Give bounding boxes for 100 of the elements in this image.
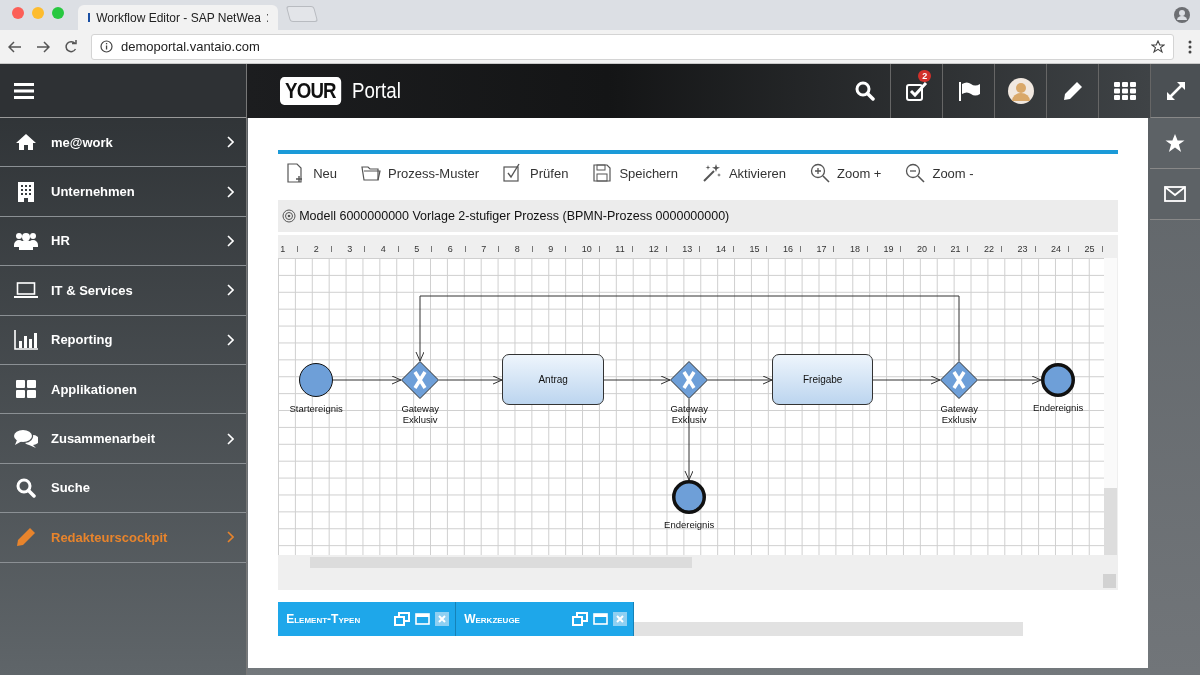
chevron-icon (227, 284, 235, 297)
tiles-icon (15, 380, 36, 399)
avatar-icon (1007, 78, 1034, 104)
favorites-button[interactable] (1150, 118, 1200, 169)
people-icon (13, 231, 38, 250)
nav-item[interactable]: Unternehmen (0, 167, 247, 217)
ruler-number: 20 (916, 244, 928, 254)
grid-icon (1113, 82, 1136, 100)
bar-chart-icon (13, 329, 38, 350)
nav-item[interactable]: IT & Services (0, 266, 247, 316)
star-icon (1165, 133, 1186, 153)
search-icon (854, 81, 875, 101)
ruler-number: 15 (749, 244, 761, 254)
toolbar-button[interactable]: Zoom + (810, 163, 882, 183)
connector-arrow (872, 375, 941, 385)
notification-badge: 2 (918, 70, 932, 82)
chevron-icon (227, 234, 235, 247)
scrollbar[interactable] (1104, 258, 1118, 555)
browser-tab[interactable]: Workflow Editor - SAP NetWea (78, 5, 278, 30)
connector-arrow (438, 375, 503, 385)
maximize-icon[interactable] (415, 613, 431, 625)
nav-item[interactable]: Reporting (0, 315, 247, 365)
nav-item[interactable]: Suche (0, 463, 247, 514)
toolbar-button[interactable]: Neu (286, 163, 338, 183)
chat-icon (13, 428, 38, 449)
star-icon[interactable] (1151, 39, 1165, 54)
ruler-number: 1 (280, 244, 287, 254)
ruler-number: 6 (447, 244, 454, 254)
ruler-number: 14 (715, 244, 727, 254)
ruler-number: 2 (313, 244, 320, 254)
expand-icon (1165, 80, 1186, 101)
folder-icon (361, 163, 382, 183)
info-icon (100, 40, 113, 53)
logo-mark: YOUR (280, 77, 341, 105)
nav-item[interactable]: Applikationen (0, 364, 247, 415)
forward-icon[interactable] (36, 40, 50, 53)
toolbar-button[interactable]: Zoom - (905, 163, 974, 183)
ruler-number: 8 (514, 244, 521, 254)
menu-icon[interactable] (14, 82, 34, 99)
laptop-icon (13, 282, 38, 299)
restore-icon[interactable] (572, 612, 589, 626)
ruler-number: 10 (581, 244, 593, 254)
ruler-number: 3 (347, 244, 354, 254)
task-node: Freigabe (772, 354, 874, 405)
node-label: Gateway Exklusiv (400, 403, 440, 425)
gateway (670, 361, 709, 399)
chevron-icon (227, 185, 235, 198)
start-event (299, 363, 334, 397)
toolbar-button[interactable]: Prozess-Muster (361, 163, 480, 183)
ruler-number: 21 (950, 244, 962, 254)
ruler-number: 13 (682, 244, 694, 254)
panel-title: Werkzeuge (464, 612, 521, 626)
ruler-number: 19 (883, 244, 895, 254)
chevron-icon (227, 432, 235, 445)
target-icon (282, 209, 297, 223)
zoom-in-icon (810, 163, 830, 183)
end-event (672, 480, 707, 514)
zoom-out-icon (905, 163, 926, 183)
more-icon[interactable] (1188, 39, 1192, 54)
magic-wand-icon (701, 163, 722, 183)
model-title: Modell 6000000000 Vorlage 2-stufiger Prozess (BPMN-Prozess 0000000000) (299, 209, 730, 223)
nav-item[interactable]: me@work (0, 118, 247, 168)
ruler-number: 25 (1084, 244, 1096, 254)
search-icon (15, 477, 36, 498)
ruler-number: 4 (380, 244, 387, 254)
ruler-number: 23 (1017, 244, 1029, 254)
toolbar-button[interactable]: Speichern (592, 163, 678, 183)
nav-item[interactable]: HR (0, 216, 247, 267)
toolbar-button[interactable]: Prüfen (503, 163, 569, 183)
nav-item[interactable]: Zusammenarbeit (0, 414, 247, 464)
end-event (1041, 363, 1076, 397)
mail-button[interactable] (1150, 169, 1200, 220)
back-icon[interactable] (8, 40, 22, 53)
task-node: Antrag (502, 354, 605, 405)
node-label: Startereignis (288, 403, 344, 414)
gateway (401, 361, 440, 399)
ruler-number: 24 (1051, 244, 1063, 254)
scrollbar-corner (1103, 574, 1117, 588)
ruler-number: 22 (984, 244, 995, 254)
checkbox-icon (905, 81, 928, 101)
ruler-number: 12 (648, 244, 660, 254)
gateway (940, 361, 979, 399)
node-label: Gateway Exklusiv (669, 403, 709, 425)
ruler-number: 11 (615, 244, 626, 254)
chevron-icon (227, 136, 235, 149)
ruler-number: 5 (414, 244, 421, 254)
node-label: Endereignis (1032, 402, 1085, 413)
chevron-icon (227, 333, 235, 346)
toolbar-button[interactable]: Aktivieren (701, 163, 786, 183)
address-bar[interactable]: demoportal.vantaio.com (91, 33, 1174, 60)
fullscreen-button[interactable] (1150, 64, 1200, 118)
chevron-icon (227, 531, 235, 544)
reload-icon[interactable] (64, 40, 77, 53)
pencil-icon (15, 527, 36, 548)
restore-icon[interactable] (394, 612, 411, 626)
maximize-icon[interactable] (593, 613, 609, 625)
ruler-number: 18 (849, 244, 861, 254)
profile-icon[interactable] (1174, 7, 1190, 23)
flag-icon (957, 81, 980, 101)
connector-arrow (707, 375, 773, 385)
